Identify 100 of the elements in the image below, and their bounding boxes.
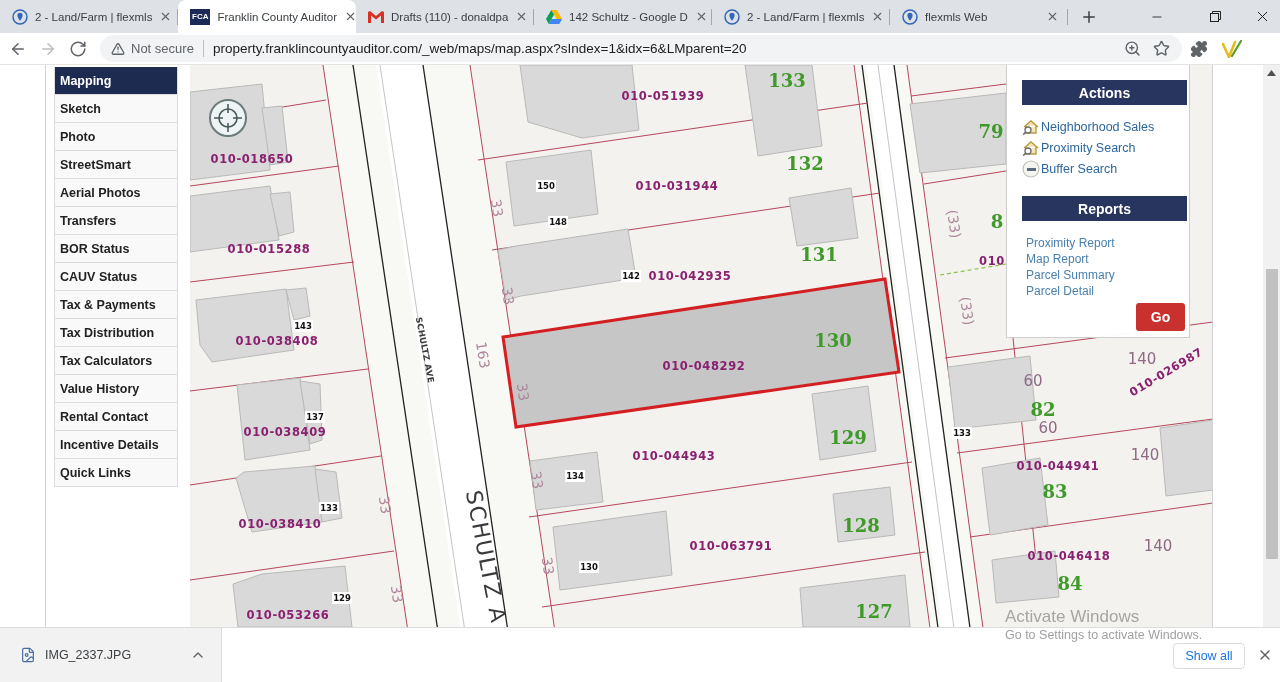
restore-icon[interactable] bbox=[1209, 11, 1221, 22]
puzzle-icon[interactable] bbox=[1190, 39, 1208, 58]
circle-bar-icon bbox=[1022, 159, 1040, 178]
building-number: 133 bbox=[952, 427, 972, 439]
building-number: 150 bbox=[536, 180, 556, 192]
house-magnifier-icon bbox=[1022, 118, 1040, 135]
show-all-button[interactable]: Show all bbox=[1173, 643, 1245, 669]
building-number: 148 bbox=[548, 216, 568, 228]
sidebar-item[interactable]: Transfers bbox=[54, 207, 178, 235]
security-label[interactable]: Not secure bbox=[131, 41, 194, 56]
frontage-label: 140 bbox=[1130, 446, 1160, 464]
building-shape bbox=[788, 187, 859, 247]
activation-title: Activate Windows bbox=[1005, 607, 1141, 627]
check-stroke-icon[interactable] bbox=[1222, 39, 1242, 58]
crosshair-icon[interactable] bbox=[209, 99, 247, 137]
dashed-boundary bbox=[939, 263, 1007, 276]
building-number: 137 bbox=[305, 411, 325, 423]
parcel-id: 010-038410 bbox=[238, 517, 322, 531]
action-link[interactable]: Proximity Search bbox=[1022, 137, 1187, 158]
parcel-id: 010-015288 bbox=[227, 242, 311, 256]
sidebar-item[interactable]: Aerial Photos bbox=[54, 179, 178, 207]
sidebar-item[interactable]: Rental Contact bbox=[54, 403, 178, 431]
browser-tab[interactable]: flexmls Web bbox=[890, 0, 1068, 33]
triangle-icon bbox=[546, 9, 562, 24]
building-number: 133 bbox=[319, 502, 339, 514]
dimension-label: (33) bbox=[943, 208, 965, 240]
pin-circle-icon bbox=[902, 8, 918, 25]
parcel-id: 010-051939 bbox=[621, 89, 705, 103]
zoom-icon[interactable] bbox=[1124, 40, 1141, 57]
frontage-label: 140 bbox=[1143, 537, 1173, 555]
sidebar-item[interactable]: StreetSmart bbox=[54, 151, 178, 179]
scrollbar-thumb[interactable] bbox=[1265, 269, 1278, 559]
parcel-id: 010-042935 bbox=[648, 269, 732, 283]
parcel-id: 010-018650 bbox=[210, 152, 294, 166]
parcel-id: 010-044941 bbox=[1016, 459, 1100, 473]
section-header: Reports bbox=[1022, 196, 1187, 221]
house-number: 79 bbox=[978, 120, 1004, 142]
house-magnifier-icon bbox=[1022, 139, 1040, 156]
report-option[interactable]: Map Report bbox=[1026, 251, 1187, 267]
house-number: 127 bbox=[855, 600, 893, 622]
sidebar-item[interactable]: Photo bbox=[54, 123, 178, 151]
sidebar-item[interactable]: Value History bbox=[54, 375, 178, 403]
browser-tab[interactable]: 2 - Land/Farm | flexmls bbox=[0, 0, 178, 33]
url-text[interactable]: property.franklincountyauditor.com/_web/maps/map.aspx?sIndex=1&idx=6&LMparent=20 bbox=[212, 41, 747, 56]
section-header: Actions bbox=[1022, 80, 1187, 105]
browser-tab[interactable]: FCA Franklin County Auditor bbox=[178, 0, 356, 33]
dimension-label: 33 bbox=[387, 583, 407, 605]
parcel-id: 010-031944 bbox=[635, 179, 719, 193]
dimension-label: 33 bbox=[487, 197, 507, 219]
house-number: 84 bbox=[1057, 572, 1083, 594]
sidebar-item[interactable]: BOR Status bbox=[54, 235, 178, 263]
scroll-up-icon[interactable] bbox=[1267, 70, 1276, 76]
envelope-icon bbox=[368, 10, 384, 23]
sidebar-item[interactable]: Tax Distribution bbox=[54, 319, 178, 347]
reload-icon[interactable] bbox=[69, 39, 87, 58]
download-item[interactable]: IMG_2337.JPG bbox=[0, 628, 222, 682]
browser-tab[interactable]: 142 Schultz - Google D bbox=[534, 0, 712, 33]
parcel-id: 010-044943 bbox=[632, 449, 716, 463]
warning-icon bbox=[111, 41, 125, 56]
sidebar-item[interactable]: Tax & Payments bbox=[54, 291, 178, 319]
site-logo: FCA bbox=[190, 8, 211, 25]
report-option[interactable]: Parcel Summary bbox=[1026, 267, 1187, 283]
house-number: 129 bbox=[829, 426, 867, 448]
dimension-label: 163 bbox=[473, 340, 493, 370]
parcel-id: 010-048292 bbox=[662, 359, 746, 373]
house-number: 130 bbox=[814, 329, 852, 351]
sidebar-item[interactable]: Tax Calculators bbox=[54, 347, 178, 375]
close-icon[interactable] bbox=[344, 10, 357, 23]
house-number: 133 bbox=[768, 69, 806, 91]
action-link[interactable]: Buffer Search bbox=[1022, 158, 1187, 179]
house-number: 132 bbox=[786, 152, 824, 174]
building-shape bbox=[832, 486, 896, 543]
browser-tab[interactable]: Drafts (110) - donaldpa bbox=[356, 0, 534, 33]
building-number: 134 bbox=[565, 470, 585, 482]
house-number: 131 bbox=[800, 243, 838, 265]
parcel-map[interactable] bbox=[190, 65, 1213, 627]
sidebar-item[interactable]: Quick Links bbox=[54, 459, 178, 487]
frontage-label: 60 bbox=[1038, 419, 1058, 437]
parcel-id: 010-053266 bbox=[246, 608, 330, 622]
pin-circle-icon bbox=[12, 8, 28, 25]
sidebar-item[interactable]: CAUV Status bbox=[54, 263, 178, 291]
sidebar-item[interactable]: Mapping bbox=[54, 67, 178, 95]
scrollbar[interactable] bbox=[1263, 65, 1280, 627]
dimension-label: 33 bbox=[527, 469, 547, 491]
dimension-label: 33 bbox=[513, 381, 533, 403]
parcel-id: 010 bbox=[979, 254, 1005, 268]
sidebar-item[interactable]: Incentive Details bbox=[54, 431, 178, 459]
action-link[interactable]: Neighborhood Sales bbox=[1022, 116, 1187, 137]
address-field[interactable]: Not secure property.franklincountyauditor.com/_web/maps/map.aspx?sIndex=1&idx=6&LMparent=20 bbox=[100, 35, 1182, 62]
building-number: 129 bbox=[332, 592, 352, 604]
sidebar-item[interactable]: Sketch bbox=[54, 95, 178, 123]
go-button[interactable]: Go bbox=[1136, 303, 1185, 331]
dimension-label: (33) bbox=[956, 295, 978, 327]
report-option[interactable]: Proximity Report bbox=[1026, 235, 1187, 251]
dimension-label: 33 bbox=[538, 555, 558, 577]
star-icon[interactable] bbox=[1153, 40, 1170, 57]
dimension-label: 33 bbox=[375, 494, 395, 516]
report-option[interactable]: Parcel Detail bbox=[1026, 283, 1187, 299]
activation-message: Go to Settings to activate Windows. bbox=[1005, 628, 1203, 643]
browser-tab[interactable]: 2 - Land/Farm | flexmls bbox=[712, 0, 890, 33]
